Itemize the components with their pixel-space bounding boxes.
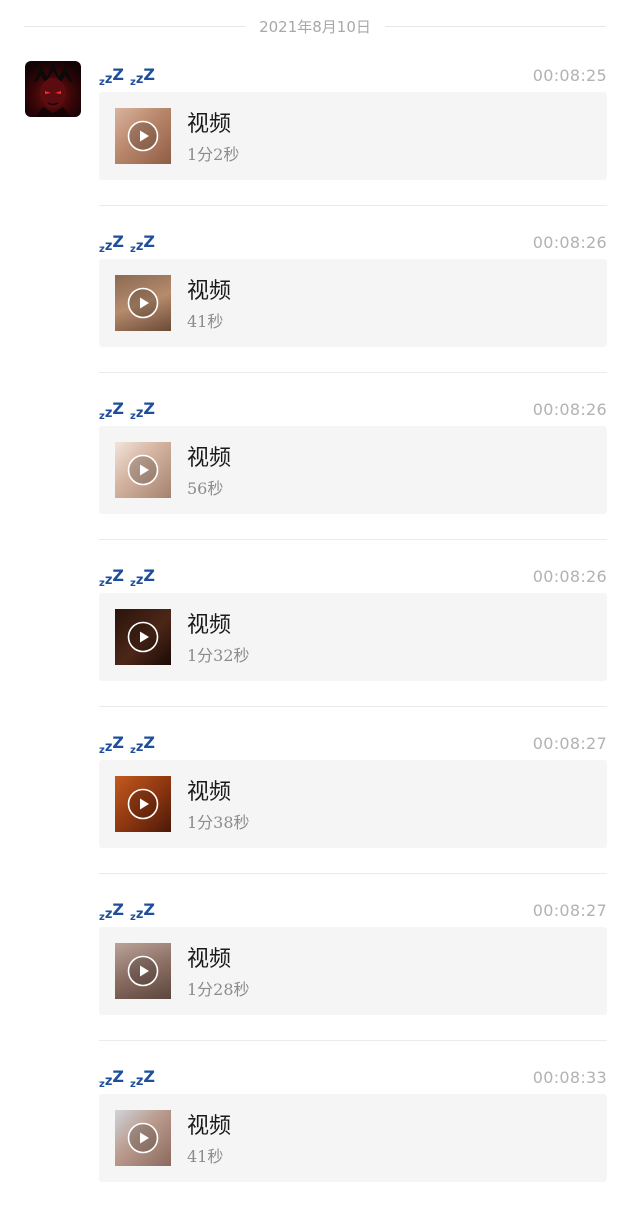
- video-duration: 1分38秒: [187, 813, 250, 832]
- message-separator: [99, 205, 607, 206]
- video-thumbnail[interactable]: [115, 1110, 171, 1166]
- play-icon: [127, 1122, 159, 1154]
- message-time: 00:08:27: [532, 734, 607, 753]
- zzz-icon: zzZ: [99, 900, 125, 923]
- sender-name[interactable]: zzZ zzZ: [99, 231, 155, 255]
- message-item: zzZ zzZ 00:08:26 视频 1分32秒: [99, 539, 607, 706]
- sender-name[interactable]: zzZ zzZ: [99, 64, 155, 88]
- video-thumbnail[interactable]: [115, 275, 171, 331]
- zzz-icon: zzZ: [130, 900, 156, 923]
- message-separator: [99, 539, 607, 540]
- video-title: 视频: [187, 446, 232, 471]
- video-duration: 1分28秒: [187, 980, 250, 999]
- video-title: 视频: [187, 613, 232, 638]
- message-separator: [99, 873, 607, 874]
- play-icon: [127, 120, 159, 152]
- video-thumbnail[interactable]: [115, 108, 171, 164]
- message-time: 00:08:25: [532, 66, 607, 85]
- video-duration: 56秒: [187, 479, 224, 498]
- message-time: 00:08:26: [532, 233, 607, 252]
- video-duration: 41秒: [187, 1147, 224, 1166]
- message-time: 00:08:26: [532, 400, 607, 419]
- zzz-icon: zzZ: [130, 566, 156, 589]
- video-thumbnail[interactable]: [115, 943, 171, 999]
- video-card[interactable]: 视频 1分38秒: [99, 760, 607, 848]
- message-item: zzZ zzZ 00:08:26 视频 41秒: [99, 205, 607, 372]
- zzz-icon: zzZ: [130, 232, 156, 255]
- zzz-icon: zzZ: [99, 399, 125, 422]
- zzz-icon: zzZ: [99, 566, 125, 589]
- video-duration: 41秒: [187, 312, 224, 331]
- video-thumbnail[interactable]: [115, 609, 171, 665]
- sender-name[interactable]: zzZ zzZ: [99, 398, 155, 422]
- avatar[interactable]: [25, 61, 81, 117]
- video-duration: 1分32秒: [187, 646, 250, 665]
- zzz-icon: zzZ: [130, 1067, 156, 1090]
- video-card[interactable]: 视频 41秒: [99, 1094, 607, 1182]
- message-separator: [99, 1040, 607, 1041]
- play-icon: [127, 955, 159, 987]
- divider-line-right: [384, 25, 606, 27]
- sender-name[interactable]: zzZ zzZ: [99, 1066, 155, 1090]
- play-icon: [127, 454, 159, 486]
- divider-line-left: [24, 25, 246, 27]
- zzz-icon: zzZ: [99, 65, 125, 88]
- video-card[interactable]: 视频 1分2秒: [99, 92, 607, 180]
- zzz-icon: zzZ: [99, 232, 125, 255]
- message-time: 00:08:33: [532, 1068, 607, 1087]
- play-icon: [127, 621, 159, 653]
- video-thumbnail[interactable]: [115, 776, 171, 832]
- video-card[interactable]: 视频 1分28秒: [99, 927, 607, 1015]
- zzz-icon: zzZ: [99, 1067, 125, 1090]
- message-item: zzZ zzZ 00:08:33 视频 41秒: [99, 1040, 607, 1207]
- video-title: 视频: [187, 279, 232, 304]
- message-time: 00:08:26: [532, 567, 607, 586]
- zzz-icon: zzZ: [130, 65, 156, 88]
- video-card[interactable]: 视频 1分32秒: [99, 593, 607, 681]
- sender-name[interactable]: zzZ zzZ: [99, 899, 155, 923]
- video-card[interactable]: 视频 56秒: [99, 426, 607, 514]
- video-title: 视频: [187, 112, 232, 137]
- video-title: 视频: [187, 780, 232, 805]
- zzz-icon: zzZ: [130, 399, 156, 422]
- message-item: zzZ zzZ 00:08:25 视频 1分2秒: [99, 38, 607, 205]
- play-icon: [127, 287, 159, 319]
- zzz-icon: zzZ: [130, 733, 156, 756]
- video-thumbnail[interactable]: [115, 442, 171, 498]
- message-item: zzZ zzZ 00:08:26 视频 56秒: [99, 372, 607, 539]
- sender-name[interactable]: zzZ zzZ: [99, 565, 155, 589]
- play-icon: [127, 788, 159, 820]
- video-duration: 1分2秒: [187, 145, 240, 164]
- message-item: zzZ zzZ 00:08:27 视频 1分38秒: [99, 706, 607, 873]
- sender-name[interactable]: zzZ zzZ: [99, 732, 155, 756]
- message-time: 00:08:27: [532, 901, 607, 920]
- date-divider: 2021年8月10日: [24, 14, 606, 38]
- message-separator: [99, 372, 607, 373]
- video-card[interactable]: 视频 41秒: [99, 259, 607, 347]
- video-title: 视频: [187, 947, 232, 972]
- zzz-icon: zzZ: [99, 733, 125, 756]
- avatar-image: [33, 63, 73, 117]
- date-label: 2021年8月10日: [259, 17, 371, 36]
- message-separator: [99, 706, 607, 707]
- message-item: zzZ zzZ 00:08:27 视频 1分28秒: [99, 873, 607, 1040]
- video-title: 视频: [187, 1114, 232, 1139]
